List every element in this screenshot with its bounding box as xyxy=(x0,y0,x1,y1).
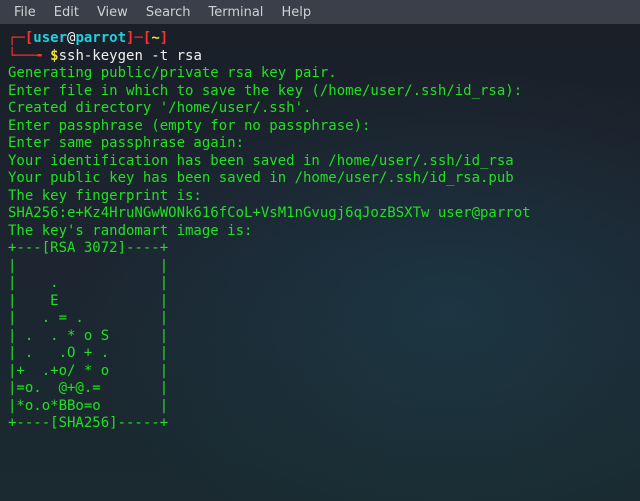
menubar: File Edit View Search Terminal Help xyxy=(0,0,640,24)
prompt-host: parrot xyxy=(75,30,126,46)
output-line: | E | xyxy=(8,293,632,311)
output-line: +----[SHA256]-----+ xyxy=(8,415,632,433)
output-line: Enter same passphrase again: xyxy=(8,135,632,153)
prompt-bracket: ┌─[ xyxy=(8,30,33,46)
output-line: | . . * o S | xyxy=(8,328,632,346)
output-line: Enter file in which to save the key (/ho… xyxy=(8,83,632,101)
output-line: | . = . | xyxy=(8,310,632,328)
prompt-line-1: ┌─[user@parrot]─[~] xyxy=(8,30,632,48)
menu-terminal[interactable]: Terminal xyxy=(200,3,271,22)
output-line: | . .O + . | xyxy=(8,345,632,363)
prompt-prefix: └──╼ xyxy=(8,48,50,66)
command-text: ssh-keygen -t rsa xyxy=(59,48,202,66)
output-line: Your identification has been saved in /h… xyxy=(8,153,632,171)
output-line: |=o. @+@.= | xyxy=(8,380,632,398)
output-line: |*o.o*BBo=o | xyxy=(8,398,632,416)
output-line: Generating public/private rsa key pair. xyxy=(8,65,632,83)
output-line: Created directory '/home/user/.ssh'. xyxy=(8,100,632,118)
output-line: The key's randomart image is: xyxy=(8,223,632,241)
terminal-area[interactable]: ┌─[user@parrot]─[~] └──╼ $ssh-keygen -t … xyxy=(0,24,640,501)
prompt-user: user xyxy=(33,30,67,46)
menu-file[interactable]: File xyxy=(6,3,44,22)
menu-search[interactable]: Search xyxy=(138,3,199,22)
output-line: Enter passphrase (empty for no passphras… xyxy=(8,118,632,136)
prompt-bracket-end: ] xyxy=(160,30,168,46)
prompt-cwd: ~ xyxy=(151,30,159,46)
menu-view[interactable]: View xyxy=(89,3,136,22)
prompt-dollar: $ xyxy=(50,48,58,66)
output-line: The key fingerprint is: xyxy=(8,188,632,206)
output-line: SHA256:e+Kz4HruNGwWONk616fCoL+VsM1nGvugj… xyxy=(8,205,632,223)
output-line: Your public key has been saved in /home/… xyxy=(8,170,632,188)
prompt-bracket-mid: ]─[ xyxy=(126,30,151,46)
menu-edit[interactable]: Edit xyxy=(46,3,87,22)
output-line: +---[RSA 3072]----+ xyxy=(8,240,632,258)
output-line: | | xyxy=(8,258,632,276)
output-line: |+ .+o/ * o | xyxy=(8,363,632,381)
output-line: | . | xyxy=(8,275,632,293)
menu-help[interactable]: Help xyxy=(273,3,319,22)
prompt-line-2: └──╼ $ssh-keygen -t rsa xyxy=(8,48,632,66)
